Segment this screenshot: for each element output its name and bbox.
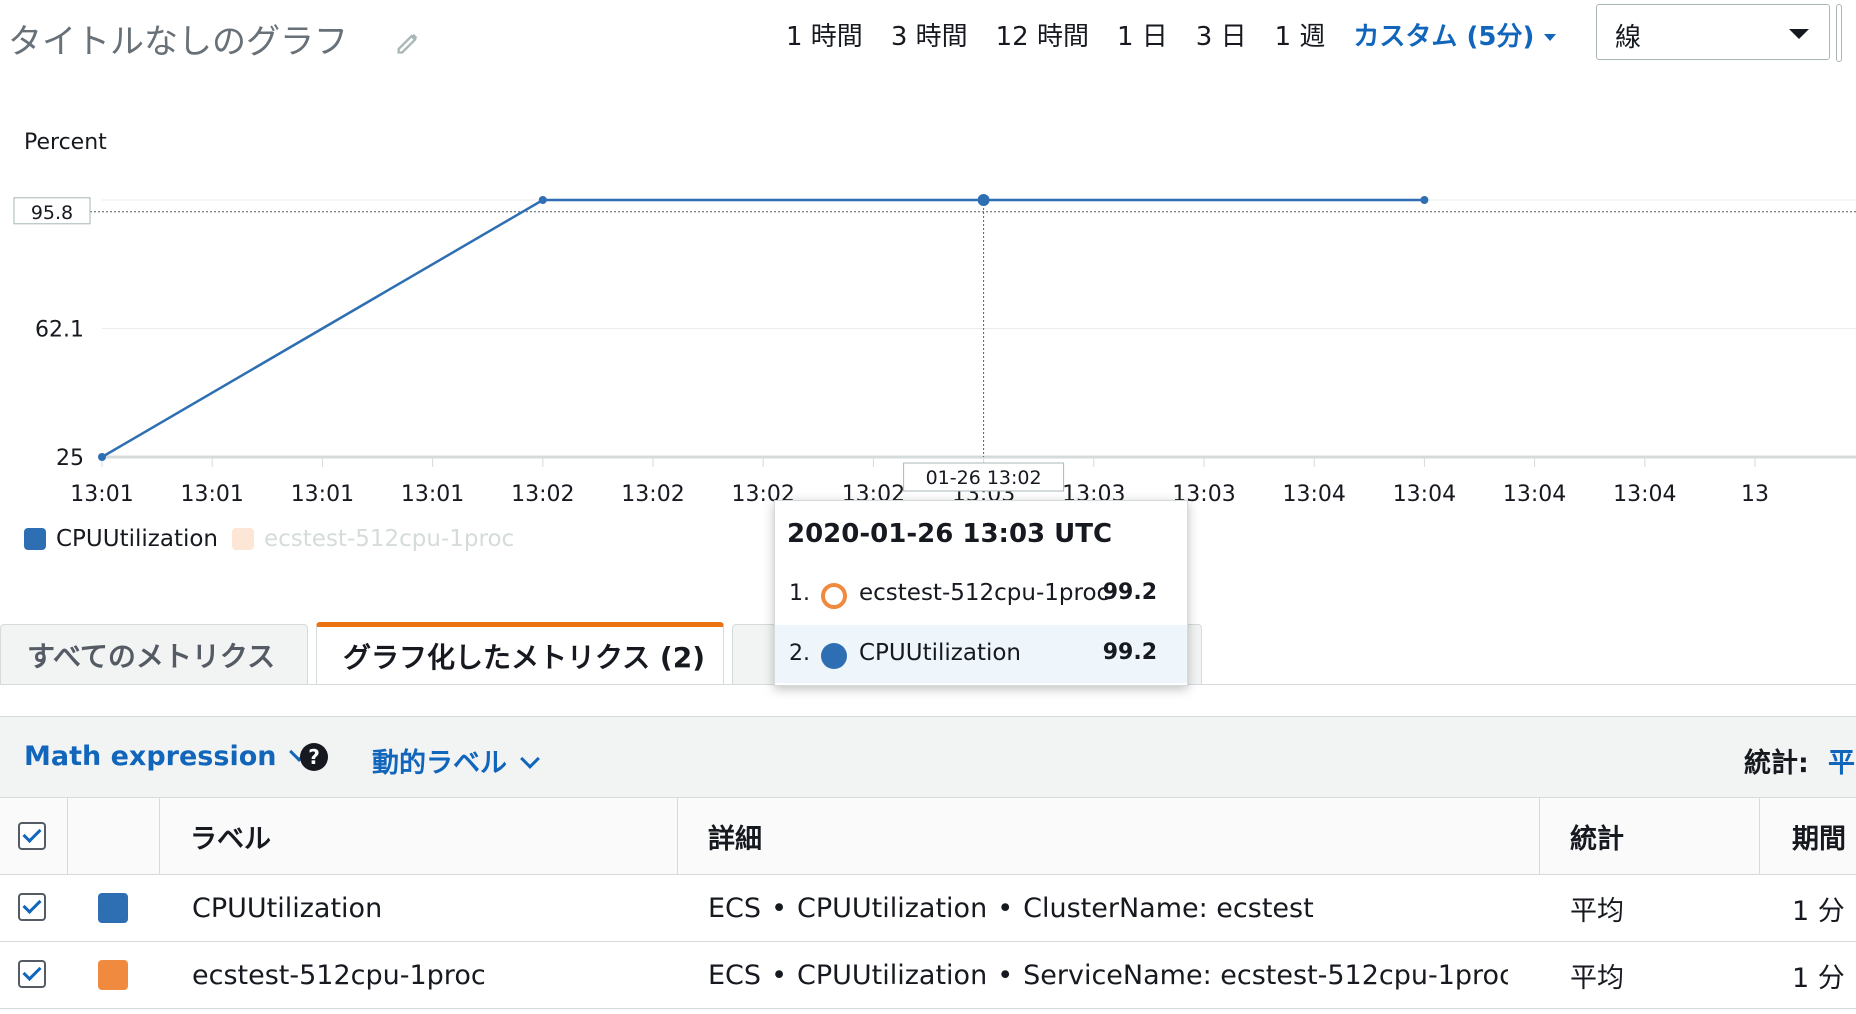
chart-type-value: 線 <box>1615 23 1642 53</box>
tooltip-series-name: CPUUtilization <box>859 640 1022 666</box>
legend-swatch <box>24 528 46 550</box>
period-column-header[interactable]: 期間 <box>1760 798 1856 874</box>
row-period[interactable]: 1 分 <box>1792 875 1856 941</box>
data-point <box>977 194 990 206</box>
x-tick-label: 13:01 <box>180 482 243 507</box>
y-tick-label: 62.1 <box>35 318 84 343</box>
tooltip-value: 99.2 <box>1102 580 1157 605</box>
tab-all-metrics[interactable]: すべてのメトリクス <box>0 624 308 684</box>
hover-y-label: 95.8 <box>31 202 73 224</box>
x-tick-label: 13:04 <box>1282 482 1345 507</box>
row-details: ECS • CPUUtilization • ClusterName: ecstest <box>708 892 1314 924</box>
x-tick-label: 13:01 <box>291 482 354 507</box>
x-tick-label: 13:04 <box>1393 482 1456 507</box>
metrics-toolbar: Math expression ? 動的ラベル 統計: 平 <box>0 716 1856 798</box>
chevron-down-icon <box>520 749 540 769</box>
table-row[interactable]: CPUUtilization ECS • CPUUtilization • Cluste… <box>0 875 1856 942</box>
x-tick-label: 13:01 <box>70 482 133 507</box>
row-stat[interactable]: 平均 <box>1570 942 1750 1008</box>
row-checkbox[interactable] <box>18 960 46 988</box>
metrics-table-header: ラベル 詳細 統計 期間 <box>0 798 1856 875</box>
line-chart[interactable]: 62.1 25 13:01 13:01 13:01 13:01 13:02 13:02 13:0… <box>0 150 1856 510</box>
range-custom[interactable]: カスタム (5分) <box>1353 16 1557 53</box>
select-all-cell <box>0 798 68 874</box>
row-checkbox[interactable] <box>18 893 46 921</box>
caret-down-icon <box>1544 33 1557 41</box>
details-column-header[interactable]: 詳細 <box>678 798 1540 874</box>
row-label[interactable]: CPUUtilization <box>192 875 672 941</box>
row-details: ECS • CPUUtilization • ServiceName: ecstest-… <box>708 959 1508 991</box>
tooltip-row-number: 1. <box>789 581 810 606</box>
x-tick-label: 13 <box>1741 482 1769 507</box>
series-marker-icon <box>821 643 847 669</box>
range-12h[interactable]: 12 時間 <box>996 16 1089 53</box>
x-tick-label: 13:04 <box>1613 482 1676 507</box>
pencil-icon[interactable] <box>394 28 422 56</box>
stat-column-header[interactable]: 統計 <box>1540 798 1760 874</box>
truncated-control[interactable] <box>1836 4 1842 62</box>
legend-item-ecstest[interactable]: ecstest-512cpu-1proc <box>232 526 514 552</box>
range-1h[interactable]: 1 時間 <box>786 16 863 53</box>
tooltip-row: 2. CPUUtilization 99.2 <box>775 625 1187 683</box>
time-range-selector: 1 時間 3 時間 12 時間 1 日 3 日 1 週 カスタム (5分) <box>786 14 1557 54</box>
legend-swatch <box>232 528 254 550</box>
x-tick-label: 13:02 <box>621 482 684 507</box>
math-expression-dropdown[interactable]: Math expression <box>24 741 310 772</box>
caret-down-icon <box>1789 29 1809 39</box>
series-color-swatch[interactable] <box>98 893 128 923</box>
row-label[interactable]: ecstest-512cpu-1proc <box>192 942 672 1008</box>
select-all-checkbox[interactable] <box>18 822 46 850</box>
y-tick-label: 25 <box>56 446 84 471</box>
range-1w[interactable]: 1 週 <box>1275 16 1326 53</box>
range-3h[interactable]: 3 時間 <box>891 16 968 53</box>
legend-label: CPUUtilization <box>56 526 219 552</box>
legend-item-cpuutilization[interactable]: CPUUtilization <box>24 526 218 552</box>
legend-label: ecstest-512cpu-1proc <box>264 526 515 552</box>
data-point <box>98 453 106 461</box>
crosshair-label: 01-26 13:02 <box>926 467 1042 489</box>
chart-type-select[interactable]: 線 <box>1596 4 1830 60</box>
label-column-header[interactable]: ラベル <box>160 798 678 874</box>
chart-tooltip: 2020-01-26 13:03 UTC 1. ecstest-512cpu-1… <box>774 500 1188 686</box>
tooltip-series-name: ecstest-512cpu-1proc <box>859 580 1110 606</box>
x-tick-label: 13:01 <box>401 482 464 507</box>
data-point <box>1420 196 1429 204</box>
range-3d[interactable]: 3 日 <box>1196 16 1247 53</box>
row-period[interactable]: 1 分 <box>1792 942 1856 1008</box>
color-column-header <box>68 798 160 874</box>
row-stat[interactable]: 平均 <box>1570 875 1750 941</box>
tooltip-row-number: 2. <box>789 641 810 666</box>
tooltip-value: 99.2 <box>1102 640 1157 665</box>
stat-value-link[interactable]: 平 <box>1828 741 1855 780</box>
tooltip-header: 2020-01-26 13:03 UTC <box>787 519 1113 549</box>
series-marker-icon <box>821 583 847 609</box>
tooltip-row: 1. ecstest-512cpu-1proc 99.2 <box>775 565 1187 623</box>
tab-graphed-metrics[interactable]: グラフ化したメトリクス (2) <box>316 622 724 684</box>
table-row[interactable]: ecstest-512cpu-1proc ECS • CPUUtilization •… <box>0 942 1856 1009</box>
help-icon[interactable]: ? <box>300 743 328 771</box>
x-tick-label: 13:04 <box>1503 482 1566 507</box>
range-1d[interactable]: 1 日 <box>1117 16 1168 53</box>
x-tick-label: 13:02 <box>511 482 574 507</box>
series-color-swatch[interactable] <box>98 960 128 990</box>
graph-title[interactable]: タイトルなしのグラフ <box>8 14 348 63</box>
dynamic-label-dropdown[interactable]: 動的ラベル <box>372 741 540 780</box>
stat-label: 統計: <box>1744 748 1809 779</box>
data-point <box>538 196 547 204</box>
